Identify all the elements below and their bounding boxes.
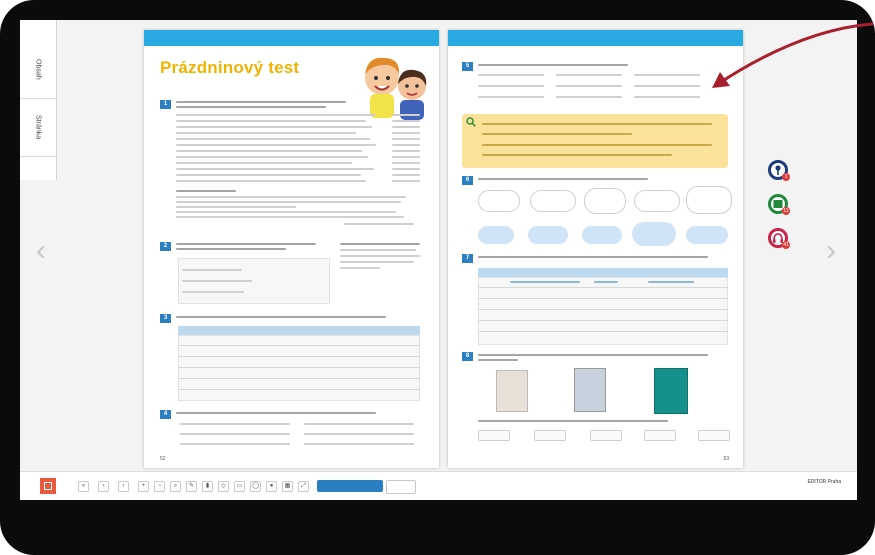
annotation-arrow-icon (712, 22, 874, 88)
